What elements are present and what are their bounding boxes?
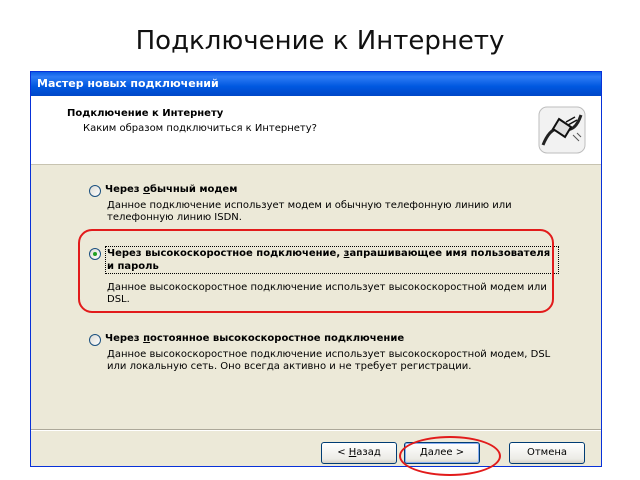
slide-title: Подключение к Интернету xyxy=(135,26,505,56)
option-broadband-always-on[interactable]: Через постоянное высокоскоростное подклю… xyxy=(89,332,559,373)
header-title: Подключение к Интернету xyxy=(67,108,224,119)
wizard-header: Подключение к Интернету Каким образом по… xyxy=(31,96,601,165)
option-dialup-description: Данное подключение использует модем и об… xyxy=(107,200,512,223)
option-dialup[interactable]: Через обычный модем Данное подключение и… xyxy=(89,183,559,224)
window-title[interactable]: Мастер новых подключений xyxy=(31,72,601,96)
option-broadband-always-on-description: Данное высокоскоростное подключение испо… xyxy=(107,349,551,372)
option-broadband-always-on-label[interactable]: Через постоянное высокоскоростное подклю… xyxy=(105,332,404,345)
option-dialup-label[interactable]: Через обычный модем xyxy=(105,183,237,196)
cancel-button[interactable]: Отмена xyxy=(509,442,585,464)
annotation-highlight-box xyxy=(78,229,554,313)
back-button[interactable]: < Назад xyxy=(321,442,397,464)
annotation-highlight-ellipse xyxy=(399,436,501,476)
radio-dialup[interactable] xyxy=(89,185,101,197)
footer-divider xyxy=(31,429,601,431)
header-subtitle: Каким образом подключиться к Интернету? xyxy=(83,123,317,134)
network-cable-icon xyxy=(538,106,586,154)
radio-broadband-always-on[interactable] xyxy=(89,334,101,346)
